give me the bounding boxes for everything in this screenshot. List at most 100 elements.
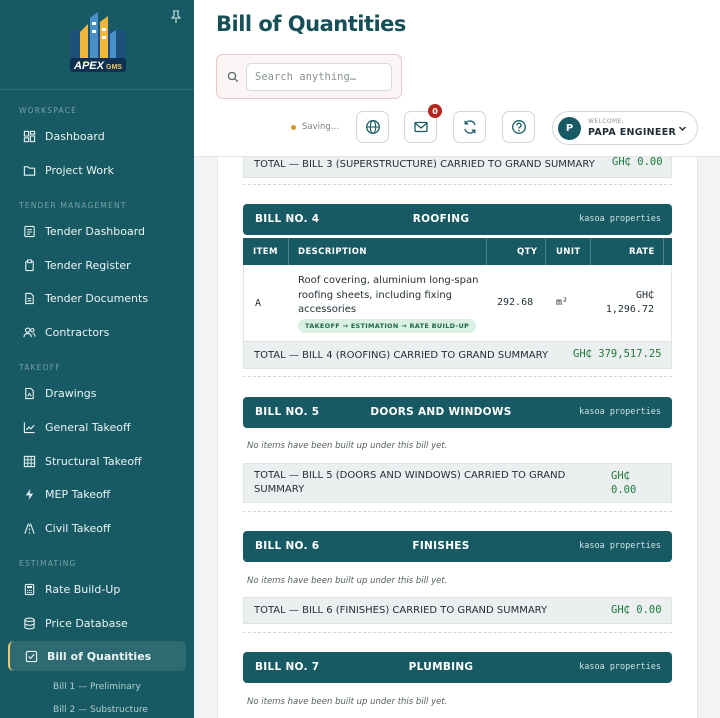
col-separator bbox=[288, 238, 289, 265]
section-estimating: ESTIMATING bbox=[19, 559, 77, 568]
row-description: Roof covering, aluminium long-span roofi… bbox=[298, 275, 479, 315]
col-item: ITEM bbox=[253, 247, 278, 257]
bill6-header[interactable]: BILL NO. 6 FINISHES kasoa properties bbox=[243, 531, 672, 562]
sub-item-bill-2[interactable]: Bill 2 — Substructure bbox=[53, 705, 148, 715]
sub-item-bill-1[interactable]: Bill 1 — Preliminary bbox=[53, 682, 141, 692]
bill5-header[interactable]: BILL NO. 5 DOORS AND WINDOWS kasoa prope… bbox=[243, 397, 672, 428]
bill5-total-amount: 0.00 bbox=[611, 484, 637, 496]
row-rate-currency: GH₵ bbox=[635, 290, 654, 301]
users-icon bbox=[23, 326, 36, 337]
col-separator bbox=[545, 238, 546, 265]
bill5-total-label-line2: SUMMARY bbox=[254, 484, 305, 495]
saving-text: Saving… bbox=[302, 122, 340, 132]
trend-icon bbox=[23, 421, 35, 433]
document-icon bbox=[24, 225, 35, 237]
dashboard-icon bbox=[23, 130, 36, 142]
sidebar: APEX GMS WORKSPACE Dashboard Project Wor… bbox=[0, 0, 194, 718]
divider bbox=[243, 511, 672, 512]
row-unit: m² bbox=[556, 297, 569, 308]
language-button[interactable] bbox=[356, 111, 389, 143]
row-rate-value: 1,296.72 bbox=[605, 304, 654, 315]
mail-icon bbox=[413, 121, 428, 133]
col-qty: QTY bbox=[517, 247, 538, 257]
section-tender: TENDER MANAGEMENT bbox=[19, 201, 127, 210]
notifications-button[interactable]: 0 bbox=[404, 104, 442, 143]
nav-price-database[interactable]: Price Database bbox=[8, 608, 186, 638]
nav-tender-register-label: Tender Register bbox=[45, 258, 131, 272]
globe-icon bbox=[365, 120, 380, 134]
grid-icon bbox=[23, 455, 36, 467]
nav-contractors-label: Contractors bbox=[45, 325, 110, 339]
refresh-icon bbox=[463, 120, 476, 134]
file-text-icon bbox=[25, 292, 34, 304]
road-icon bbox=[24, 522, 35, 534]
nav-tender-dashboard[interactable]: Tender Dashboard bbox=[8, 216, 186, 246]
bill6-total-label: TOTAL — BILL 6 (FINISHES) CARRIED TO GRA… bbox=[254, 605, 548, 616]
search-input[interactable] bbox=[246, 63, 392, 91]
nav-rate-buildup[interactable]: Rate Build-Up bbox=[8, 574, 186, 604]
nav-mep-takeoff[interactable]: MEP Takeoff bbox=[8, 479, 186, 509]
database-icon bbox=[24, 617, 35, 629]
row-item: A bbox=[255, 298, 262, 309]
svg-text:GMS: GMS bbox=[106, 64, 122, 71]
nav-project-work-label: Project Work bbox=[45, 163, 114, 177]
col-unit: UNIT bbox=[556, 247, 581, 257]
nav-general-takeoff-label: General Takeoff bbox=[45, 420, 131, 434]
bill4-header[interactable]: BILL NO. 4 ROOFING kasoa properties bbox=[243, 204, 672, 235]
help-button[interactable] bbox=[502, 111, 535, 143]
bill7-header[interactable]: BILL NO. 7 PLUMBING kasoa properties bbox=[243, 652, 672, 683]
nav-drawings-label: Drawings bbox=[45, 386, 97, 400]
nav-contractors[interactable]: Contractors bbox=[8, 317, 186, 347]
table-row[interactable]: A Roof covering, aluminium long-span roo… bbox=[243, 265, 672, 341]
bill3-total-amount: GH₵ 0.00 bbox=[612, 157, 663, 168]
lightning-icon bbox=[25, 488, 34, 500]
welcome-label: WELCOME, bbox=[588, 118, 625, 125]
bill6-client: kasoa properties bbox=[579, 541, 661, 551]
bill7-client: kasoa properties bbox=[579, 662, 661, 672]
col-separator bbox=[590, 238, 591, 265]
nav-general-takeoff[interactable]: General Takeoff bbox=[8, 412, 186, 442]
nav-project-work[interactable]: Project Work bbox=[8, 155, 186, 185]
notification-badge: 0 bbox=[428, 104, 442, 118]
avatar: P bbox=[558, 117, 581, 140]
bill3-total-row: TOTAL — BILL 3 (SUPERSTRUCTURE) CARRIED … bbox=[243, 157, 672, 178]
nav-bill-of-quantities-label: Bill of Quantities bbox=[47, 649, 152, 663]
bill4-total-amount: GH₵ 379,517.25 bbox=[573, 348, 662, 360]
calculator-icon bbox=[24, 583, 35, 595]
user-menu[interactable]: P WELCOME, PAPA ENGINEER bbox=[552, 111, 698, 145]
drawing-icon bbox=[25, 387, 34, 399]
saving-dot bbox=[291, 124, 296, 130]
bill3-total-label: TOTAL — BILL 3 (SUPERSTRUCTURE) CARRIED … bbox=[254, 159, 595, 170]
nav-tender-documents-label: Tender Documents bbox=[45, 291, 149, 305]
logo-area: APEX GMS bbox=[0, 0, 194, 90]
search-icon bbox=[227, 71, 239, 83]
apex-logo: APEX GMS bbox=[70, 12, 126, 72]
row-qty: 292.68 bbox=[497, 297, 534, 308]
nav-structural-takeoff[interactable]: Structural Takeoff bbox=[8, 446, 186, 476]
nav-dashboard[interactable]: Dashboard bbox=[8, 121, 186, 151]
bill7-empty-note: No items have been built up under this b… bbox=[247, 697, 448, 707]
bill5-total-currency: GH₵ bbox=[611, 470, 630, 482]
nav-drawings[interactable]: Drawings bbox=[8, 378, 186, 408]
folder-icon bbox=[23, 165, 36, 176]
help-icon bbox=[511, 120, 526, 134]
nav-tender-register[interactable]: Tender Register bbox=[8, 250, 186, 280]
bill6-empty-note: No items have been built up under this b… bbox=[247, 576, 448, 586]
top-header: Bill of Quantities Saving… 0 P WELCOME, … bbox=[194, 0, 720, 157]
pin-icon[interactable] bbox=[170, 10, 182, 24]
nav-bill-of-quantities[interactable]: Bill of Quantities bbox=[8, 641, 186, 671]
bill4-client: kasoa properties bbox=[579, 214, 661, 224]
checklist-icon bbox=[25, 650, 38, 662]
page-title: Bill of Quantities bbox=[216, 12, 406, 36]
bill5-total-label-line1: TOTAL — BILL 5 (DOORS AND WINDOWS) CARRI… bbox=[254, 470, 566, 481]
bill5-total-row: TOTAL — BILL 5 (DOORS AND WINDOWS) CARRI… bbox=[243, 463, 672, 503]
search-box bbox=[216, 54, 402, 99]
bill4-total-row: TOTAL — BILL 4 (ROOFING) CARRIED TO GRAN… bbox=[243, 341, 672, 369]
nav-tender-documents[interactable]: Tender Documents bbox=[8, 283, 186, 313]
nav-civil-takeoff[interactable]: Civil Takeoff bbox=[8, 513, 186, 543]
section-workspace: WORKSPACE bbox=[19, 106, 78, 115]
bill4-table-header: ITEM DESCRIPTION QTY UNIT RATE bbox=[243, 238, 672, 265]
col-description: DESCRIPTION bbox=[298, 247, 367, 257]
col-rate: RATE bbox=[629, 247, 655, 257]
refresh-button[interactable] bbox=[453, 111, 486, 143]
